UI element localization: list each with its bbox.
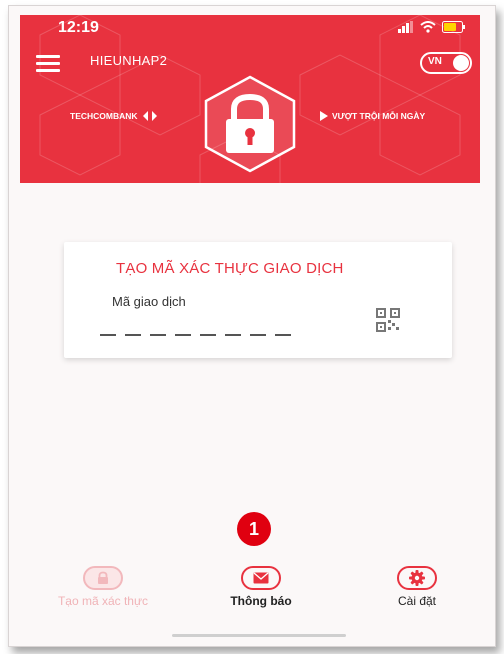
- transaction-code-input[interactable]: [100, 314, 291, 336]
- lock-icon-hexagon: [204, 75, 296, 173]
- card-title: TẠO MÃ XÁC THỰC GIAO DỊCH: [116, 260, 344, 277]
- code-slot: [275, 314, 291, 336]
- code-slot: [125, 314, 141, 336]
- hamburger-menu-icon[interactable]: [36, 55, 60, 72]
- arrow-right-icon: [320, 111, 328, 121]
- language-label: VN: [428, 56, 442, 67]
- signal-icon: [398, 21, 413, 33]
- gear-icon: [409, 570, 425, 586]
- code-slot: [225, 314, 241, 336]
- brand-left-text: TECHCOMBANK: [70, 111, 138, 121]
- code-slot: [200, 314, 216, 336]
- status-bar: 12:19: [20, 15, 480, 41]
- nav-icon-circle: [241, 566, 281, 590]
- app-header: 12:19 HIEUNHAP2 VN TECHCOMBANK VƯỢT TRỘI…: [20, 15, 480, 183]
- brand-techcombank: TECHCOMBANK: [70, 111, 157, 121]
- transaction-code-label: Mã giao dịch: [112, 294, 186, 309]
- nav-thong-bao[interactable]: Thông báo: [196, 566, 326, 608]
- wifi-icon: [420, 21, 436, 33]
- battery-icon: [442, 21, 465, 33]
- nav-icon-circle: [397, 566, 437, 590]
- qr-scan-icon[interactable]: [376, 308, 400, 332]
- nav-cai-dat[interactable]: Cài đặt: [352, 566, 482, 608]
- brand-right-text: VƯỢT TRỘI MỖI NGÀY: [332, 111, 426, 121]
- techcombank-logo-icon: [142, 111, 157, 121]
- mail-icon: [253, 572, 269, 584]
- nav-tao-ma-xac-thuc[interactable]: Tạo mã xác thực: [38, 566, 168, 608]
- code-slot: [150, 314, 166, 336]
- code-slot: [175, 314, 191, 336]
- status-time: 12:19: [58, 19, 99, 36]
- code-slot: [100, 314, 116, 336]
- language-toggle[interactable]: VN: [420, 52, 472, 74]
- brand-slogan: VƯỢT TRỘI MỖI NGÀY: [320, 111, 425, 121]
- code-slot: [250, 314, 266, 336]
- nav-label: Cài đặt: [397, 594, 437, 608]
- step-badge: 1: [237, 512, 271, 546]
- otp-card: TẠO MÃ XÁC THỰC GIAO DỊCH Mã giao dịch: [64, 242, 452, 358]
- username: HIEUNHAP2: [90, 53, 168, 68]
- nav-label: Thông báo: [230, 594, 292, 608]
- lock-icon: [98, 571, 108, 584]
- home-indicator: [172, 634, 346, 637]
- nav-icon-circle: [83, 566, 123, 590]
- toggle-knob: [453, 55, 469, 71]
- nav-label: Tạo mã xác thực: [57, 594, 149, 608]
